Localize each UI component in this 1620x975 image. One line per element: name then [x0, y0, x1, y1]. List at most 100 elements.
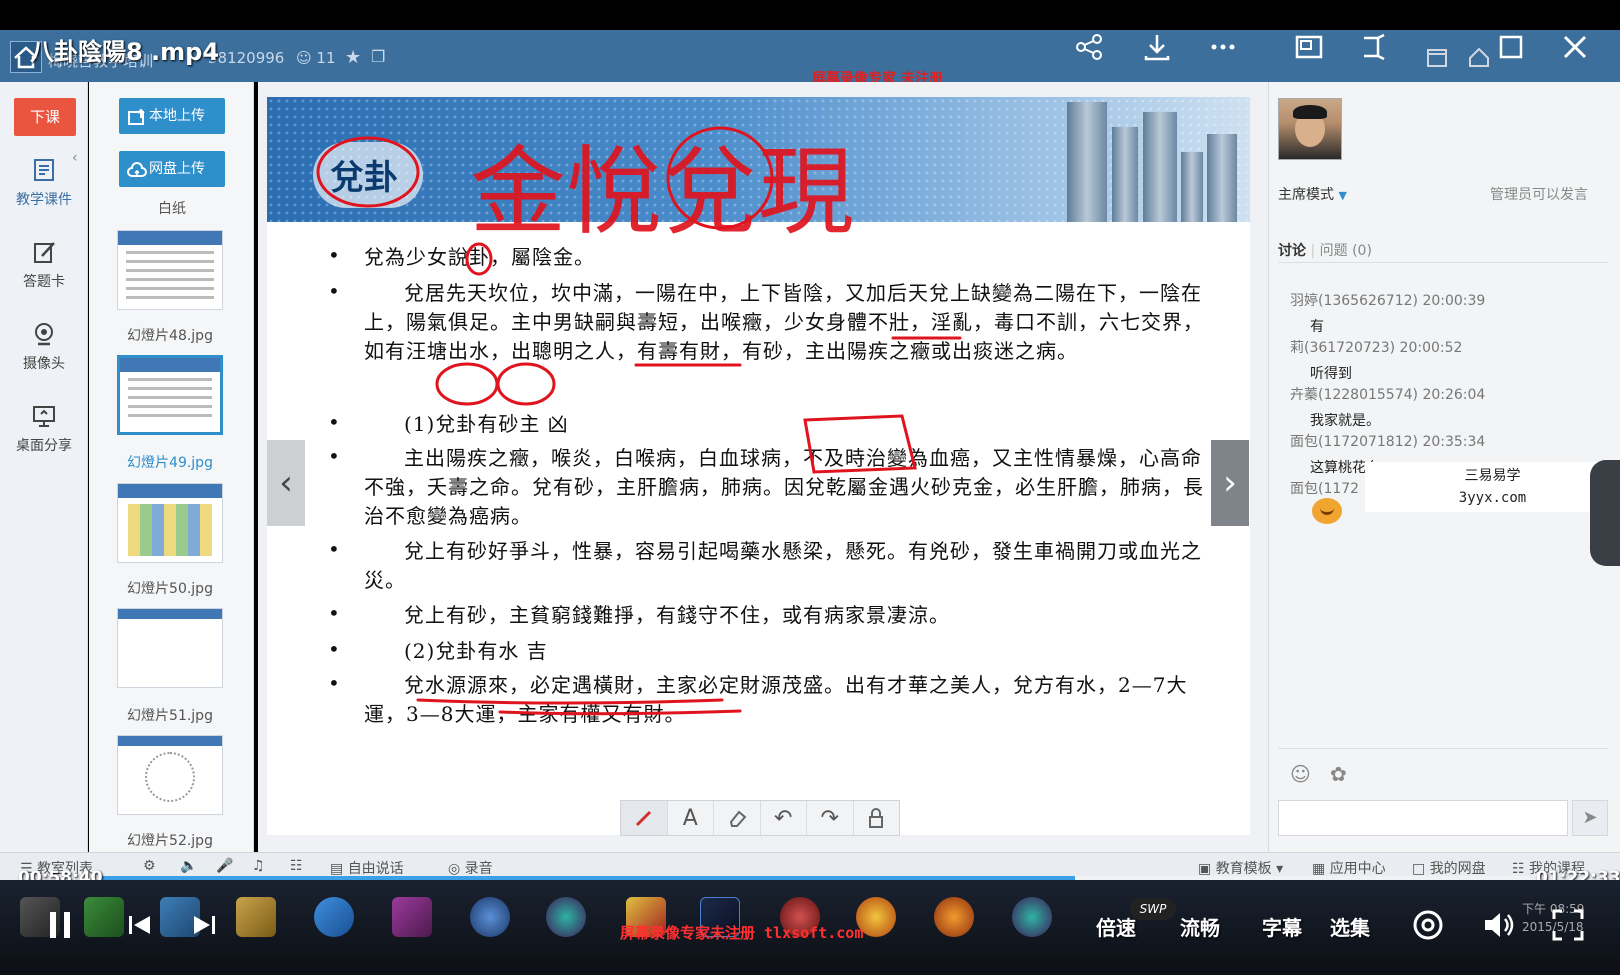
record-label: 录音	[464, 861, 493, 877]
close-icon[interactable]	[1558, 30, 1592, 64]
chat-sender: 面包(1172071812) 20:35:34	[1290, 434, 1486, 450]
volume-icon[interactable]	[1478, 905, 1518, 945]
speaker-icon[interactable]: 🔈	[180, 858, 197, 874]
bullet-text: 兌居先天坎位，坎中滿，一陽在中，上下皆陰，又加后天兌上缺變為二陽在下，一陰在上，…	[364, 281, 1204, 363]
local-upload-label: 本地上传	[149, 108, 205, 124]
star-icon[interactable]: ★	[345, 47, 361, 68]
playback-speed-button[interactable]: 倍速	[1096, 912, 1136, 941]
blank-board-label[interactable]: 白纸	[119, 198, 225, 218]
ie-icon	[314, 897, 354, 937]
mixer-icon[interactable]: ☷	[290, 858, 303, 874]
player-top-bar	[0, 0, 1620, 30]
slide-thumbnail[interactable]	[117, 230, 223, 310]
previous-button[interactable]	[120, 905, 160, 945]
episodes-button[interactable]: 选集	[1330, 912, 1370, 941]
prev-slide-button[interactable]: ‹	[267, 440, 305, 526]
maximize-icon[interactable]	[1494, 30, 1528, 64]
music-icon[interactable]: ♫	[252, 858, 265, 874]
share-icon[interactable]	[1072, 30, 1106, 64]
chat-sender: 羽婷(1365626712) 20:00:39	[1290, 293, 1486, 309]
font-style-icon[interactable]: ☺	[1290, 762, 1311, 786]
classroom-template-button[interactable]: ▣ 教育模板 ▾	[1198, 858, 1283, 878]
bullet-text: 主出陽疾之癥，喉炎，白喉病，白血球病，不及時治變為血癌，又主性情暴燥，心高命不強…	[364, 446, 1204, 528]
redo-icon[interactable]: ↷	[807, 801, 854, 835]
more-icon[interactable]	[1206, 30, 1240, 64]
nav-camera[interactable]: 摄像头	[6, 320, 82, 373]
pause-button[interactable]	[40, 905, 80, 945]
slide-thumbnail-selected[interactable]	[117, 355, 223, 435]
quality-button[interactable]: 流畅	[1180, 912, 1220, 941]
user-count-value: 11	[316, 49, 336, 67]
chat-message: 卉蓁(1228015574) 20:26:04 我家就是。	[1290, 384, 1485, 430]
slide-thumbnail-label: 幻燈片48.jpg	[127, 328, 213, 344]
teacher-avatar	[1278, 98, 1342, 160]
mini-mode-icon[interactable]	[1356, 30, 1390, 64]
chat-sender: 莉(361720723) 20:00:52	[1290, 340, 1463, 356]
user-count: ☺ 11	[296, 49, 336, 67]
subtitle-button[interactable]: 字幕	[1262, 912, 1302, 941]
copy-icon[interactable]: ❐	[371, 47, 385, 66]
question-count: (0)	[1352, 243, 1372, 259]
emoji-icon[interactable]: ✿	[1330, 762, 1347, 786]
skin-icon[interactable]	[1462, 40, 1496, 74]
side-drawer-handle[interactable]	[1590, 460, 1620, 566]
app-icon	[84, 897, 124, 937]
tab-discuss[interactable]: 讨论	[1278, 243, 1306, 259]
slide-thumbnail[interactable]	[117, 735, 223, 815]
tab-question[interactable]: 问题	[1320, 243, 1348, 259]
chat-message: 面包(1172	[1290, 478, 1359, 498]
drawing-toolbar: A ↶ ↷	[620, 800, 900, 836]
nav-desktop-share[interactable]: 桌面分享	[6, 402, 82, 455]
app-center-button[interactable]: ▦ 应用中心	[1312, 858, 1386, 878]
local-upload-button[interactable]: 本地上传	[119, 98, 225, 134]
desktop-share-icon	[6, 402, 82, 432]
slide-thumbnail[interactable]	[117, 483, 223, 563]
next-slide-button[interactable]: ›	[1211, 440, 1249, 526]
text-tool-icon[interactable]: A	[668, 801, 714, 835]
record-button[interactable]: ◎ 录音	[448, 858, 493, 878]
fullscreen-icon[interactable]	[1548, 905, 1588, 945]
folder-icon	[236, 897, 276, 937]
slide-thumbnail-label: 幻燈片49.jpg	[127, 455, 213, 471]
my-cloud-button[interactable]: □ 我的网盘	[1412, 858, 1486, 878]
globe-icon	[470, 897, 510, 937]
nav-answer-card[interactable]: 答题卡	[6, 238, 82, 291]
lock-icon[interactable]	[854, 801, 900, 835]
chevron-down-icon: ▼	[1338, 189, 1347, 202]
app-center-label: 应用中心	[1329, 861, 1386, 877]
chat-tools: ☺ ✿	[1290, 762, 1347, 786]
my-cloud-label: 我的网盘	[1429, 861, 1486, 877]
recorder-watermark-bottom: 屏幕录像专家未注册 tlxsoft.com	[620, 924, 864, 942]
firefox-icon	[934, 897, 974, 937]
slide-thumbnail-label: 幻燈片50.jpg	[127, 581, 213, 597]
answer-card-icon	[6, 238, 82, 268]
window-tools-icon[interactable]	[1420, 40, 1454, 74]
eraser-icon[interactable]	[714, 801, 761, 835]
chat-tabs: 讨论 | 问题 (0)	[1278, 243, 1372, 259]
settings-icon[interactable]	[1408, 905, 1448, 945]
nav-answer-card-label: 答题卡	[23, 274, 65, 290]
video-title: 八卦陰陽8 .mp4	[30, 38, 220, 66]
pen-icon[interactable]	[621, 801, 668, 835]
send-icon[interactable]: ➤	[1572, 800, 1608, 836]
bullet-text: 兌為少女說卦，屬陰金。	[364, 245, 595, 269]
download-icon[interactable]	[1140, 30, 1174, 64]
site-watermark: 三易易学 3yyx.com	[1365, 462, 1620, 512]
swp-badge: SWP	[1130, 898, 1176, 920]
mode-selector[interactable]: 主席模式 ▼	[1278, 184, 1347, 204]
settings-icon[interactable]: ⚙	[143, 858, 156, 874]
free-talk-button[interactable]: ▤ 自由说话	[330, 858, 404, 878]
slide-thumbnail[interactable]	[117, 608, 223, 688]
pip-icon[interactable]	[1292, 30, 1326, 64]
cloud-upload-button[interactable]: 网盘上传	[119, 151, 225, 187]
chat-message: 莉(361720723) 20:00:52 听得到	[1290, 337, 1462, 383]
undo-icon[interactable]: ↶	[761, 801, 807, 835]
nav-courseware[interactable]: 教学课件	[6, 156, 82, 209]
bullet-text: 兌上有砂好爭斗，性暴，容易引起喝藥水懸梁，懸死。有兇砂，發生車禍開刀或血光之災。	[364, 539, 1202, 592]
microphone-icon[interactable]: 🎤	[216, 858, 233, 874]
upload-icon	[127, 106, 147, 126]
next-button[interactable]	[184, 905, 224, 945]
end-class-button[interactable]: 下课	[14, 98, 76, 136]
chat-text: 我家就是。	[1310, 413, 1380, 429]
chat-input[interactable]	[1278, 800, 1568, 836]
